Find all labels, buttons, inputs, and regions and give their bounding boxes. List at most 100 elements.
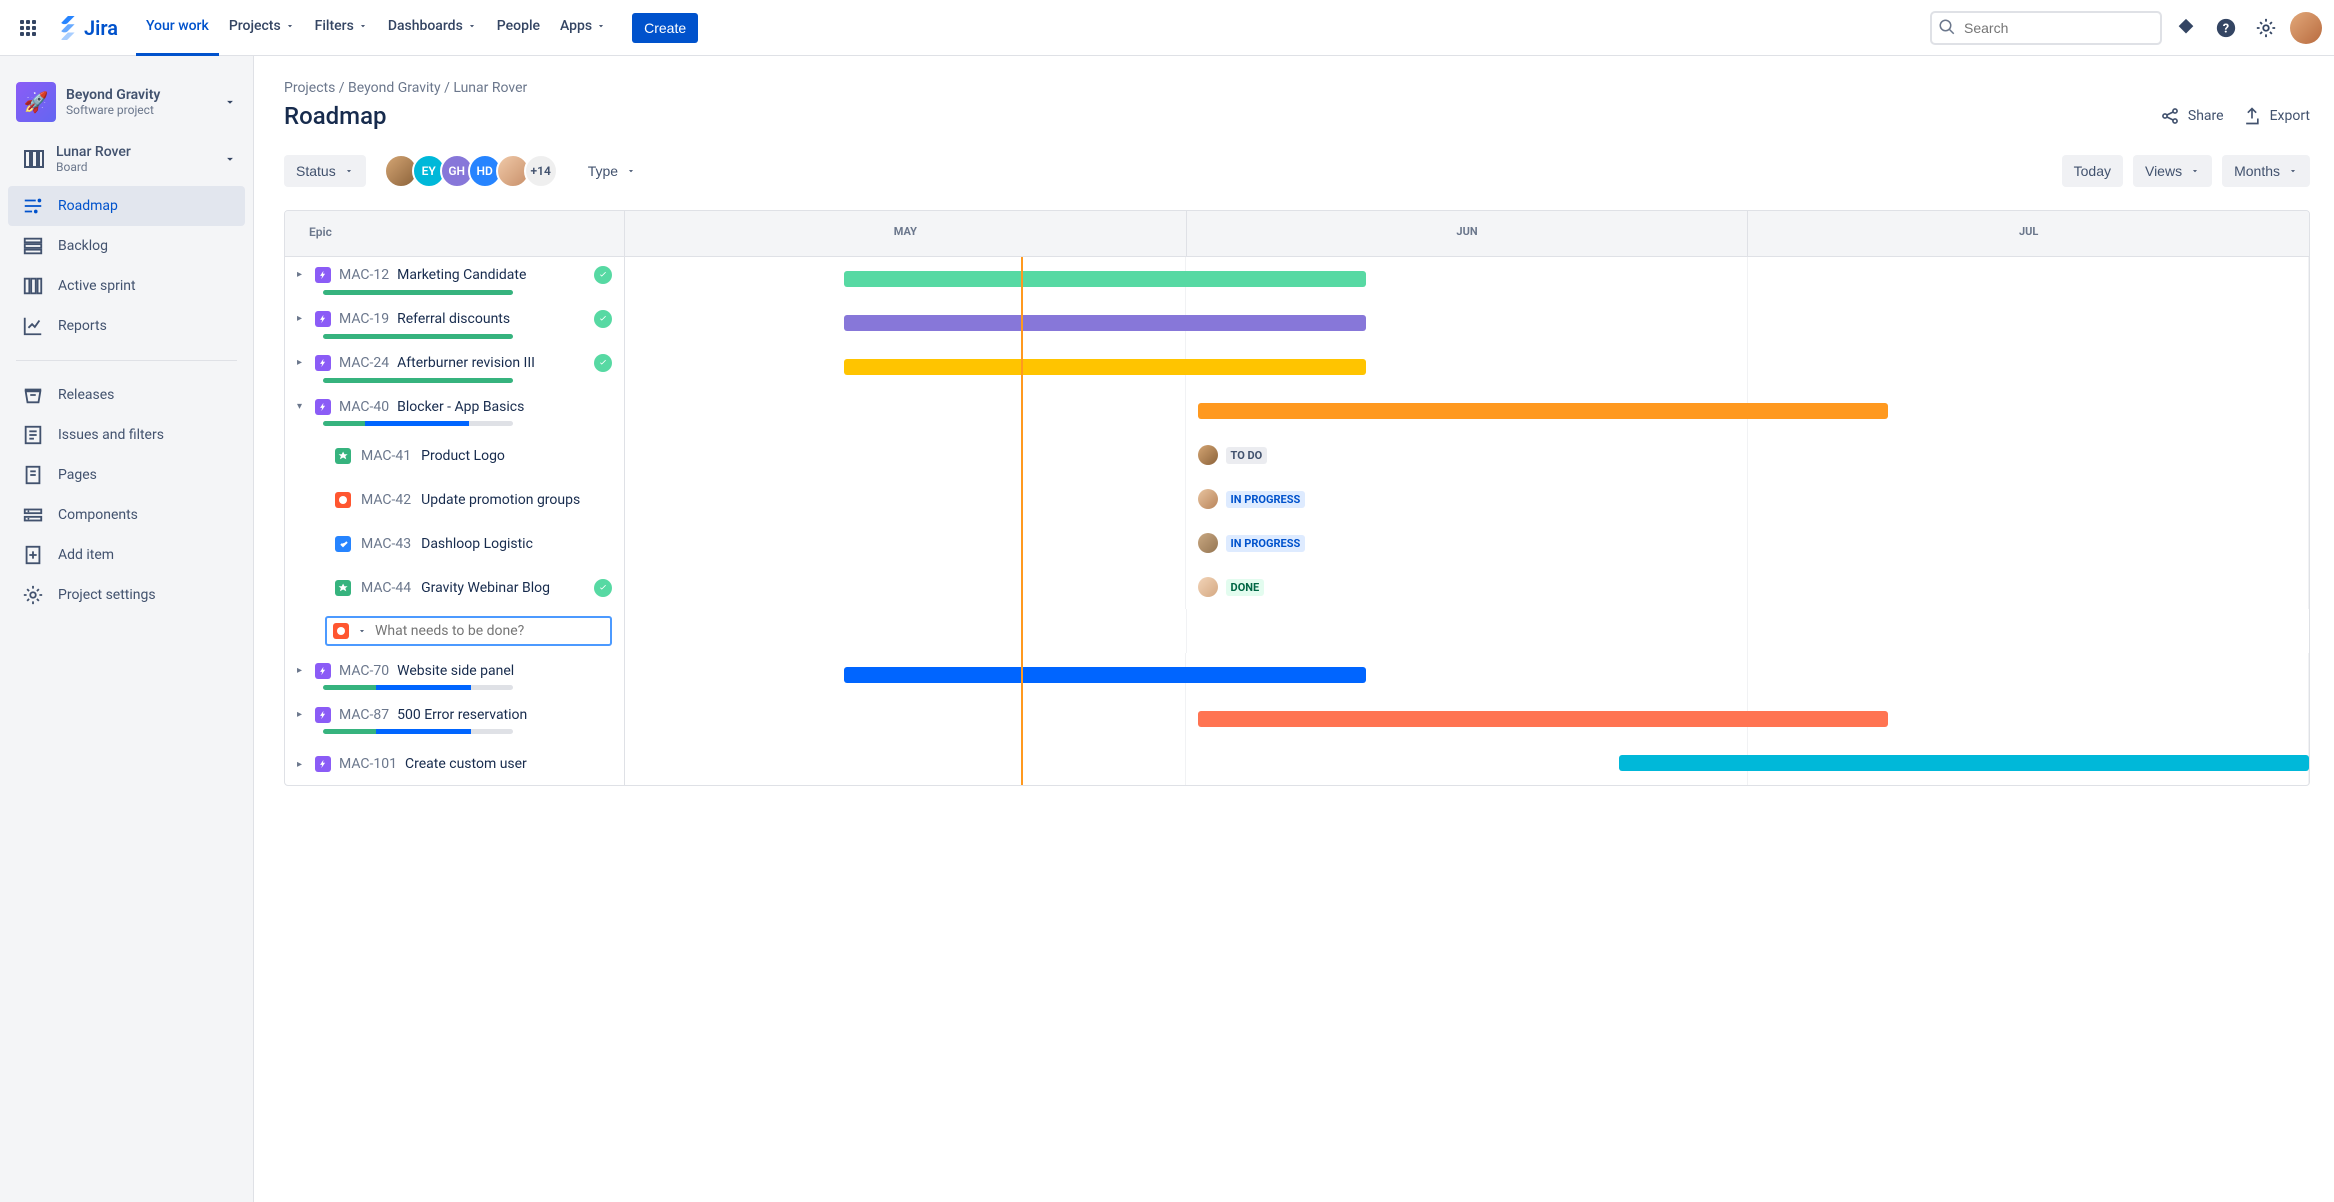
epic-row[interactable]: ▾ MAC-40 Blocker - App Basics	[285, 389, 2309, 433]
timeline-bar[interactable]	[844, 667, 1366, 683]
timeline-bar[interactable]	[1198, 403, 1888, 419]
expand-icon[interactable]: ▸	[297, 313, 307, 324]
create-issue-input-box	[325, 616, 612, 646]
help-icon[interactable]: ?	[2210, 12, 2242, 44]
export-button[interactable]: Export	[2242, 106, 2310, 126]
issue-title: Referral discounts	[397, 311, 510, 327]
epic-row[interactable]: ▸ MAC-24 Afterburner revision III	[285, 345, 2309, 389]
epic-row[interactable]: ▸ MAC-70 Website side panel	[285, 653, 2309, 697]
months-button[interactable]: Months	[2222, 155, 2310, 187]
epic-row[interactable]: ▸ MAC-101 Create custom user	[285, 741, 2309, 785]
expand-icon[interactable]: ▸	[297, 269, 307, 280]
issue-title: Product Logo	[421, 448, 505, 464]
status-badge: DONE	[1226, 579, 1265, 596]
app-switcher-icon[interactable]	[12, 12, 44, 44]
breadcrumb[interactable]: Projects / Beyond Gravity / Lunar Rover	[284, 80, 2310, 96]
type-filter[interactable]: Type	[576, 155, 648, 187]
backlog-icon	[22, 235, 44, 257]
expand-icon[interactable]: ▸	[297, 709, 307, 720]
issue-key: MAC-24	[339, 355, 389, 371]
nav-apps[interactable]: Apps	[550, 0, 616, 56]
month-header: JUN	[1187, 211, 1749, 256]
chevron-down-icon	[467, 21, 477, 31]
settings-icon[interactable]	[2250, 12, 2282, 44]
issue-type-selector[interactable]	[333, 623, 349, 639]
assignee-avatar[interactable]	[1198, 445, 1218, 465]
expand-icon[interactable]: ▸	[297, 759, 307, 770]
sidebar-item-releases[interactable]: Releases	[8, 375, 245, 415]
search-box	[1930, 11, 2162, 45]
chevron-down-icon[interactable]	[357, 626, 367, 636]
epic-column-header: Epic	[285, 211, 625, 256]
top-nav: Jira Your workProjectsFiltersDashboardsP…	[0, 0, 2334, 56]
sidebar-item-backlog[interactable]: Backlog	[8, 226, 245, 266]
chevron-down-icon	[223, 95, 237, 109]
expand-icon[interactable]: ▾	[297, 401, 307, 412]
timeline-bar[interactable]	[1619, 755, 2309, 771]
project-selector[interactable]: 🚀 Beyond Gravity Software project	[8, 76, 245, 136]
assignee-avatar[interactable]	[1198, 577, 1218, 597]
project-name: Beyond Gravity	[66, 87, 160, 103]
nav-people[interactable]: People	[487, 0, 550, 56]
main-content: Projects / Beyond Gravity / Lunar Rover …	[254, 56, 2334, 1202]
child-issue-row[interactable]: MAC-41 Product Logo TO DO	[285, 433, 2309, 477]
nav-your-work[interactable]: Your work	[136, 0, 219, 56]
assignee-avatar[interactable]	[1198, 533, 1218, 553]
status-filter[interactable]: Status	[284, 155, 366, 187]
child-issue-row[interactable]: MAC-42 Update promotion groups IN PROGRE…	[285, 477, 2309, 521]
notifications-icon[interactable]	[2170, 12, 2202, 44]
roadmap-icon	[22, 195, 44, 217]
child-issue-row[interactable]: MAC-44 Gravity Webinar Blog DONE	[285, 565, 2309, 609]
today-button[interactable]: Today	[2062, 155, 2123, 187]
issue-key: MAC-41	[361, 448, 411, 464]
create-issue-input[interactable]	[375, 623, 604, 639]
expand-icon[interactable]: ▸	[297, 665, 307, 676]
timeline-bar[interactable]	[844, 271, 1366, 287]
nav-projects[interactable]: Projects	[219, 0, 305, 56]
expand-icon[interactable]: ▸	[297, 357, 307, 368]
timeline-bar[interactable]	[844, 359, 1366, 375]
epic-row[interactable]: ▸ MAC-19 Referral discounts	[285, 301, 2309, 345]
issue-type-icon	[335, 580, 351, 596]
sidebar-item-components[interactable]: Components	[8, 495, 245, 535]
issue-title: Website side panel	[397, 663, 514, 679]
sidebar-item-project-settings[interactable]: Project settings	[8, 575, 245, 615]
jira-logo[interactable]: Jira	[48, 16, 126, 40]
board-selector[interactable]: Lunar Rover Board	[8, 136, 245, 186]
assignee-avatar[interactable]	[1198, 489, 1218, 509]
timeline-bar[interactable]	[1198, 711, 1888, 727]
avatar-more[interactable]: +14	[524, 154, 558, 188]
epic-icon	[315, 311, 331, 327]
search-input[interactable]	[1930, 11, 2162, 45]
chevron-down-icon	[358, 21, 368, 31]
issues-icon	[22, 424, 44, 446]
views-button[interactable]: Views	[2133, 155, 2212, 187]
pages-icon	[22, 464, 44, 486]
sidebar-item-issues-and-filters[interactable]: Issues and filters	[8, 415, 245, 455]
nav-dashboards[interactable]: Dashboards	[378, 0, 487, 56]
settings-icon	[22, 584, 44, 606]
epic-row[interactable]: ▸ MAC-12 Marketing Candidate	[285, 257, 2309, 301]
create-button[interactable]: Create	[632, 13, 698, 43]
issue-key: MAC-19	[339, 311, 389, 327]
jira-icon	[56, 16, 80, 40]
status-badge: IN PROGRESS	[1226, 535, 1306, 552]
project-icon: 🚀	[16, 82, 56, 122]
done-check-icon	[594, 354, 612, 372]
roadmap-grid: Epic MAYJUNJUL ▸ MAC-12 Marketing Candid…	[284, 210, 2310, 786]
issue-key: MAC-44	[361, 580, 411, 596]
timeline-bar[interactable]	[844, 315, 1366, 331]
chevron-down-icon	[2190, 166, 2200, 176]
sidebar-item-active-sprint[interactable]: Active sprint	[8, 266, 245, 306]
child-issue-row[interactable]: MAC-43 Dashloop Logistic IN PROGRESS	[285, 521, 2309, 565]
share-button[interactable]: Share	[2160, 106, 2224, 126]
sidebar-item-reports[interactable]: Reports	[8, 306, 245, 346]
epic-row[interactable]: ▸ MAC-87 500 Error reservation	[285, 697, 2309, 741]
sidebar-item-pages[interactable]: Pages	[8, 455, 245, 495]
issue-title: Gravity Webinar Blog	[421, 580, 550, 596]
sidebar-item-add-item[interactable]: Add item	[8, 535, 245, 575]
issue-title: Marketing Candidate	[397, 267, 526, 283]
sidebar-item-roadmap[interactable]: Roadmap	[8, 186, 245, 226]
nav-filters[interactable]: Filters	[305, 0, 378, 56]
user-avatar[interactable]	[2290, 12, 2322, 44]
